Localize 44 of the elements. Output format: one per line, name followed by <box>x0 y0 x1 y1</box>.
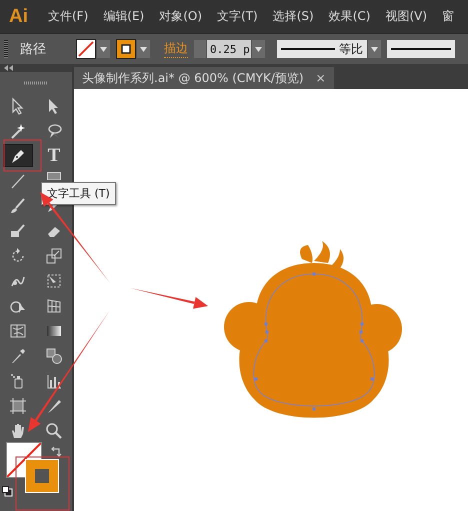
eyedropper-icon <box>9 346 27 364</box>
blend-icon <box>45 346 63 364</box>
brush-dropdown[interactable] <box>387 40 455 58</box>
document-tab[interactable]: 头像制作系列.ai* @ 600% (CMYK/预览) × <box>74 67 334 89</box>
menu-item[interactable]: 文件(F) <box>42 8 98 25</box>
magic-wand-icon <box>9 122 27 140</box>
magnifier-icon <box>45 422 63 440</box>
stroke-control[interactable] <box>116 39 150 59</box>
tool-button[interactable]: T <box>39 144 69 167</box>
menu-item[interactable]: 对象(O) <box>153 8 212 25</box>
free-transform-icon <box>45 272 63 290</box>
hand-icon <box>9 422 27 440</box>
profile-dropdown[interactable]: 等比 <box>277 40 367 58</box>
blob-brush-icon <box>9 222 27 240</box>
menu-item[interactable]: 窗 <box>436 8 464 25</box>
caret-icon <box>140 46 147 52</box>
weight-dropdown-button[interactable] <box>252 40 265 58</box>
grip-icon[interactable] <box>24 81 48 85</box>
type-tool-glyph: T <box>48 144 60 166</box>
artboard-icon <box>9 396 27 414</box>
app-logo: Ai <box>8 6 29 28</box>
stroke-weight-field[interactable]: 0.25 p <box>207 40 251 58</box>
brush-icon <box>9 196 27 214</box>
caret-icon <box>255 46 262 52</box>
none-swatch-icon <box>77 40 95 58</box>
grid-icon <box>45 296 63 314</box>
close-icon[interactable]: × <box>316 71 326 85</box>
fill-control[interactable] <box>76 39 110 59</box>
caret-icon <box>371 46 378 52</box>
stroke-swatch-icon <box>121 44 131 54</box>
menu-item[interactable]: 选择(S) <box>266 8 323 25</box>
menu-item[interactable]: 视图(V) <box>379 8 436 25</box>
menu-item[interactable]: 文字(T) <box>211 8 267 25</box>
scale-icon <box>45 246 63 264</box>
caret-icon <box>100 46 107 52</box>
selection-label: 路径 <box>19 41 47 58</box>
tool-button[interactable] <box>3 144 33 167</box>
highlight-frame <box>4 140 42 172</box>
menu-item[interactable]: 效果(C) <box>322 8 380 25</box>
swap-icon[interactable] <box>50 446 62 458</box>
highlight-frame <box>16 456 70 510</box>
mesh-icon <box>9 322 27 340</box>
default-colors-icon[interactable] <box>2 486 13 497</box>
menu-item[interactable]: 编辑(E) <box>97 8 154 25</box>
